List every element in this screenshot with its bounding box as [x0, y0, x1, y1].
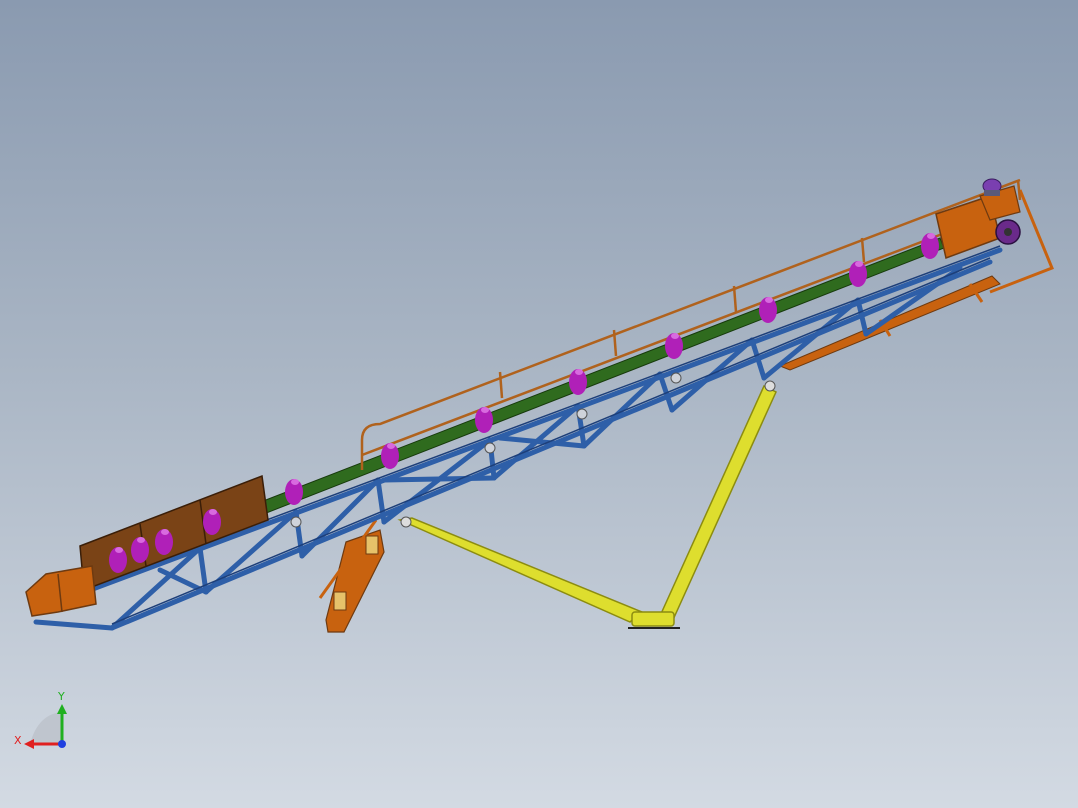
support-foot	[631, 611, 675, 627]
drive-motor	[982, 178, 1002, 196]
cad-viewport[interactable]: Y X	[0, 0, 1078, 808]
idler	[921, 233, 939, 259]
return-roller	[576, 408, 588, 420]
z-axis-dot	[58, 740, 66, 748]
x-axis-label: X	[14, 734, 22, 747]
support-leg-front	[397, 517, 644, 623]
idler	[475, 407, 493, 433]
coordinate-triad: Y X	[14, 690, 67, 749]
idler	[759, 297, 777, 323]
idler	[285, 479, 303, 505]
return-roller	[670, 372, 682, 384]
idler	[203, 509, 221, 535]
idler	[849, 261, 867, 287]
idler	[109, 547, 127, 573]
idler	[155, 529, 173, 555]
support-pivot-rear	[764, 380, 776, 392]
idler	[569, 369, 587, 395]
idler	[381, 443, 399, 469]
head-drive[interactable]	[935, 178, 1021, 260]
conveyor-model[interactable]: Y X	[0, 0, 1078, 808]
idler	[665, 333, 683, 359]
top-chord	[87, 247, 1003, 593]
support-leg-rear	[659, 384, 777, 624]
return-roller	[290, 516, 302, 528]
y-axis-label: Y	[57, 690, 65, 703]
support-pivot-front	[400, 516, 412, 528]
return-roller	[484, 442, 496, 454]
idler	[131, 537, 149, 563]
